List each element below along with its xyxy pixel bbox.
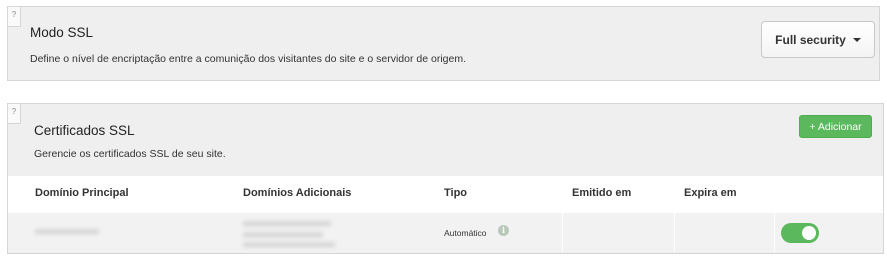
column-header-expires: Expira em	[684, 187, 737, 199]
ssl-mode-panel: ? Modo SSL Define o nível de encriptação…	[7, 6, 880, 81]
certificates-table-header: Domínio Principal Domínios Adicionais Ti…	[8, 176, 883, 213]
certificate-enabled-toggle[interactable]	[781, 223, 819, 243]
certificates-title: Certificados SSL	[34, 123, 135, 138]
column-header-primary-domain: Domínio Principal	[35, 187, 129, 199]
ssl-certificates-panel: ? Certificados SSL Gerencie os certifica…	[7, 103, 884, 254]
additional-domains-redacted: xxxxxxxxxxxxxxxxxxxx	[243, 230, 323, 239]
ssl-mode-dropdown-button[interactable]: Full security	[761, 21, 875, 58]
cell-divider	[674, 213, 675, 252]
cell-divider	[562, 213, 563, 252]
certificates-help-icon[interactable]: ?	[8, 104, 21, 124]
cell-divider	[774, 213, 775, 252]
ssl-mode-description: Define o nível de encriptação entre a co…	[30, 53, 466, 65]
add-certificate-button[interactable]: + Adicionar	[799, 115, 872, 138]
ssl-mode-title: Modo SSL	[30, 25, 94, 40]
ssl-mode-help-icon[interactable]: ?	[8, 7, 21, 27]
column-header-issued: Emitido em	[572, 187, 632, 199]
toggle-knob	[802, 226, 816, 240]
ssl-mode-selected-label: Full security	[775, 32, 846, 47]
caret-down-icon	[852, 37, 861, 42]
certificates-description: Gerencie os certificados SSL de seu site…	[34, 148, 226, 160]
additional-domains-redacted: xxxxxxxxxxxxxxxxxxxxxxx	[243, 240, 335, 249]
certificate-type: Automático	[444, 228, 487, 238]
additional-domains-redacted: xxxxxxxxxxxxxxxxxxxxxx	[243, 219, 331, 228]
info-circle-icon[interactable]: i	[498, 225, 509, 236]
table-row: xxxxxxxxxxxxxxxx xxxxxxxxxxxxxxxxxxxxxx …	[8, 213, 883, 252]
column-header-type: Tipo	[444, 187, 468, 199]
primary-domain-redacted: xxxxxxxxxxxxxxxx	[35, 227, 99, 236]
column-header-additional-domains: Domínios Adicionais	[243, 187, 352, 199]
